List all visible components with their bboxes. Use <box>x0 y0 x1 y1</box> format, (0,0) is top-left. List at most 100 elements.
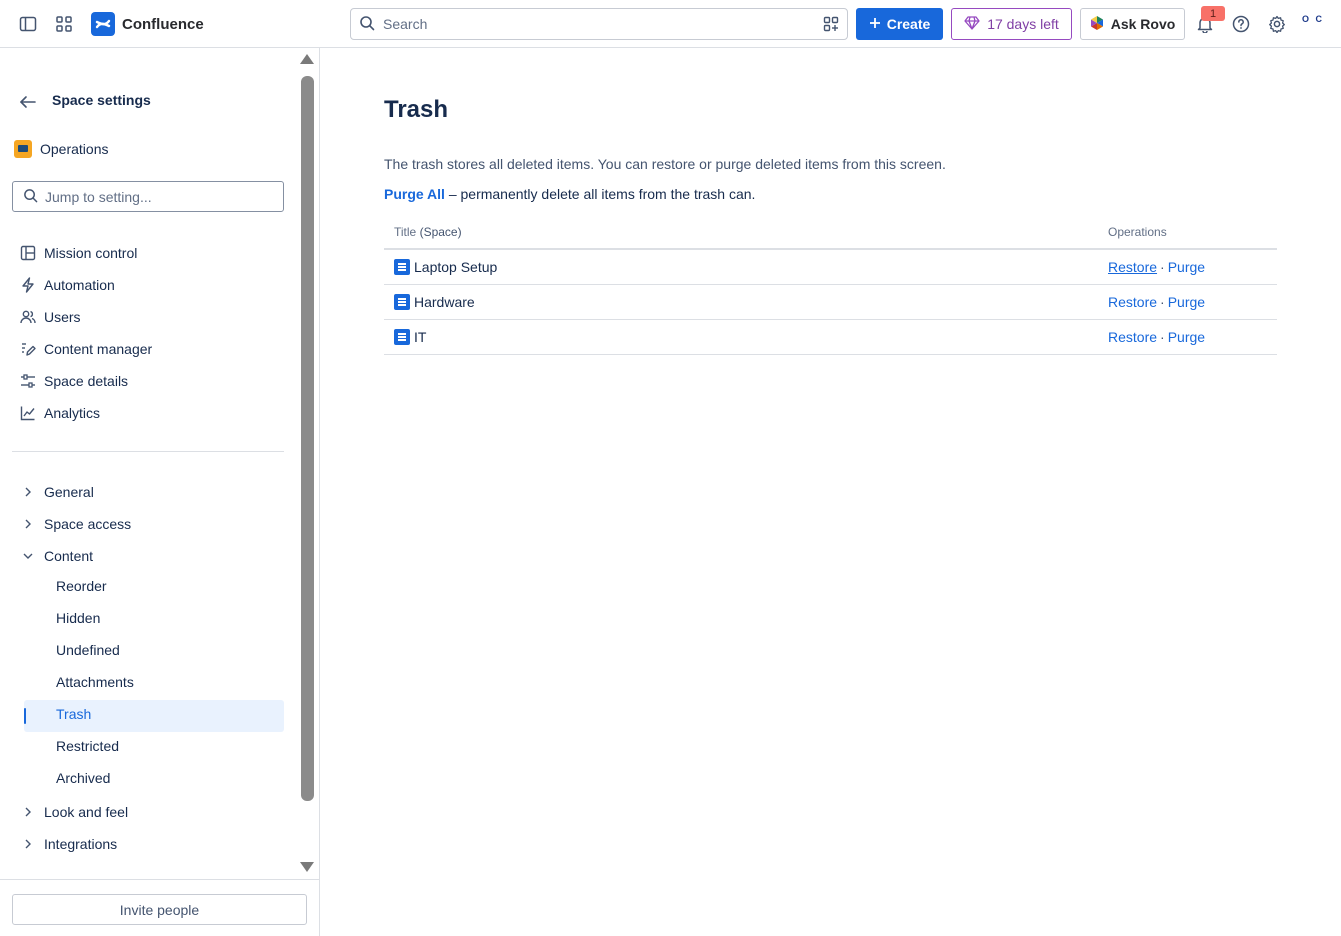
sidebar-group-content[interactable]: Content <box>20 546 93 566</box>
chart-line-icon <box>20 405 36 421</box>
table-row: Laptop Setup Restore · Purge <box>384 250 1277 285</box>
restore-link[interactable]: Restore <box>1108 294 1157 310</box>
create-button[interactable]: Create <box>856 8 943 40</box>
page-icon <box>394 259 410 275</box>
sidebar-group-label: Integrations <box>44 836 118 852</box>
rovo-icon <box>1090 15 1104 34</box>
jump-to-setting-input[interactable] <box>45 188 265 205</box>
purge-link[interactable]: Purge <box>1168 329 1205 345</box>
ask-rovo-label: Ask Rovo <box>1110 16 1176 32</box>
search-bar[interactable] <box>350 8 848 40</box>
top-navigation-bar: Confluence Create 17 days left Ask Rovo … <box>0 0 1341 48</box>
confluence-logo[interactable]: Confluence <box>91 12 204 36</box>
sidebar-item-hidden[interactable]: Hidden <box>56 610 100 630</box>
user-avatar[interactable]: O C <box>1300 14 1326 34</box>
column-header-title-label: Title <box>394 225 417 239</box>
purge-link[interactable]: Purge <box>1168 259 1205 275</box>
search-filter-icon[interactable] <box>823 16 839 35</box>
space-name: Operations <box>40 141 109 157</box>
sidebar-group-label: Look and feel <box>44 804 129 820</box>
sliders-icon <box>20 373 36 389</box>
layout-icon <box>20 245 36 261</box>
trial-button[interactable]: 17 days left <box>951 8 1072 40</box>
sidebar-item-attachments[interactable]: Attachments <box>56 674 134 694</box>
sidebar-group-space-access[interactable]: Space access <box>20 514 131 534</box>
sidebar-item-label: Mission control <box>44 245 138 261</box>
row-title: IT <box>414 329 427 345</box>
plus-icon <box>869 16 881 32</box>
sidebar-divider <box>12 451 284 452</box>
page-icon <box>394 329 410 345</box>
sidebar-item-label: Content manager <box>44 341 153 357</box>
separator-dot: · <box>1160 259 1165 275</box>
column-header-operations: Operations <box>1108 225 1167 239</box>
jump-to-setting-field[interactable] <box>12 181 284 212</box>
app-switcher-icon[interactable] <box>52 12 76 36</box>
sidebar-item-restricted[interactable]: Restricted <box>56 738 119 758</box>
settings-gear-icon[interactable] <box>1265 12 1289 36</box>
chevron-right-icon <box>20 836 36 852</box>
back-arrow-icon[interactable] <box>18 92 38 112</box>
purge-all-line: Purge All – permanently delete all items… <box>384 186 755 202</box>
sidebar-toggle-icon[interactable] <box>16 12 40 36</box>
space-avatar-icon <box>14 140 32 158</box>
sidebar-item-space-details[interactable]: Space details <box>20 371 128 391</box>
sidebar-group-label: Space access <box>44 516 132 532</box>
sidebar-group-general[interactable]: General <box>20 482 94 502</box>
purge-all-description: – permanently delete all items from the … <box>444 186 756 202</box>
table-row: Hardware Restore · Purge <box>384 285 1277 320</box>
diamond-icon <box>964 15 980 33</box>
sidebar-item-mission-control[interactable]: Mission control <box>20 243 137 263</box>
notification-count-badge: 1 <box>1201 6 1225 21</box>
page-icon <box>394 294 410 310</box>
sidebar-group-look-and-feel[interactable]: Look and feel <box>20 802 128 822</box>
trash-table: Title (Space) Operations Laptop Setup Re… <box>384 218 1277 355</box>
sidebar-item-archived[interactable]: Archived <box>56 770 110 790</box>
sidebar-item-reorder[interactable]: Reorder <box>56 578 107 598</box>
sidebar-item-label: Users <box>44 309 81 325</box>
chevron-down-icon <box>20 548 36 564</box>
chevron-right-icon <box>20 516 36 532</box>
sidebar-item-analytics[interactable]: Analytics <box>20 403 100 423</box>
column-header-title[interactable]: Title (Space) <box>394 225 462 239</box>
active-item-indicator <box>24 708 26 724</box>
purge-all-link[interactable]: Purge All <box>384 186 445 202</box>
sidebar-item-label: Space details <box>44 373 129 389</box>
avatar-initials: O C <box>1301 14 1324 24</box>
sidebar-group-label: General <box>44 484 94 500</box>
search-input[interactable] <box>383 16 803 32</box>
row-operations: Restore · Purge <box>1108 259 1205 275</box>
row-title: Laptop Setup <box>414 259 498 275</box>
chevron-right-icon <box>20 804 36 820</box>
scrollbar-thumb[interactable] <box>301 76 314 801</box>
restore-link[interactable]: Restore <box>1108 329 1157 345</box>
sidebar-item-content-manager[interactable]: Content manager <box>20 339 152 359</box>
sidebar-item-label: Automation <box>44 277 115 293</box>
invite-people-button[interactable]: Invite people <box>12 894 307 925</box>
sidebar-group-integrations[interactable]: Integrations <box>20 834 117 854</box>
scroll-down-arrow-icon[interactable] <box>300 862 314 872</box>
sidebar-item-undefined[interactable]: Undefined <box>56 642 120 662</box>
separator-dot: · <box>1160 294 1165 310</box>
restore-link[interactable]: Restore <box>1108 259 1157 275</box>
page-title: Trash <box>384 96 449 123</box>
settings-sidebar: Space settings Operations Mission contro… <box>0 48 320 936</box>
trash-description: The trash stores all deleted items. You … <box>384 156 946 172</box>
row-title: Hardware <box>414 294 475 310</box>
sidebar-item-trash[interactable]: Trash <box>56 706 91 726</box>
trial-label: 17 days left <box>987 16 1059 32</box>
edit-icon <box>20 341 36 357</box>
lightning-icon <box>20 277 36 293</box>
column-header-title-suffix: (Space) <box>419 225 462 239</box>
ask-rovo-button[interactable]: Ask Rovo <box>1080 8 1185 40</box>
search-icon <box>23 188 38 206</box>
separator-dot: · <box>1160 329 1165 345</box>
help-icon[interactable] <box>1229 12 1253 36</box>
sidebar-item-users[interactable]: Users <box>20 307 81 327</box>
space-link[interactable]: Operations <box>14 140 108 158</box>
sidebar-item-automation[interactable]: Automation <box>20 275 115 295</box>
scroll-up-arrow-icon[interactable] <box>300 54 314 64</box>
row-operations: Restore · Purge <box>1108 294 1205 310</box>
purge-link[interactable]: Purge <box>1168 294 1205 310</box>
row-operations: Restore · Purge <box>1108 329 1205 345</box>
